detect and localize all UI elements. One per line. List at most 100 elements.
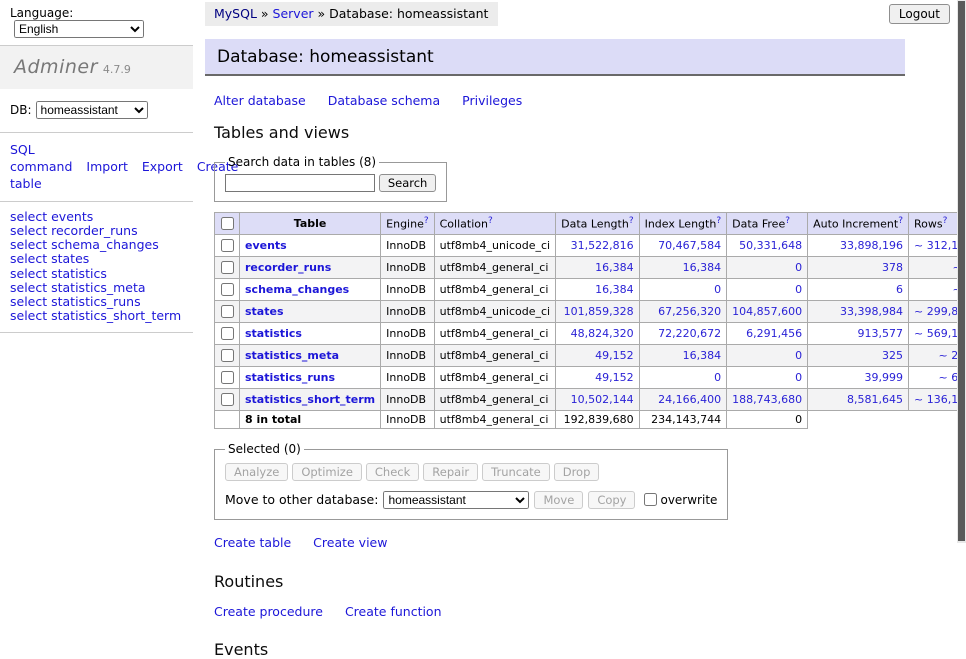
row-checkbox-recorder_runs[interactable] [221,261,234,274]
select-all-checkbox[interactable] [221,217,234,230]
index-length-value[interactable]: 0 [714,371,721,384]
row-checkbox-statistics[interactable] [221,327,234,340]
help-link-engine[interactable]: ? [424,216,429,226]
data-free-value[interactable]: 104,857,600 [732,305,802,318]
db-select[interactable]: homeassistant [36,101,148,119]
data-length-value[interactable]: 31,522,816 [571,239,634,252]
table-name-link-schema_changes[interactable]: schema_changes [245,283,349,296]
row-checkbox-events[interactable] [221,239,234,252]
data-free-value[interactable]: 0 [795,371,802,384]
db-link-privileges[interactable]: Privileges [462,93,522,108]
table-name-link-states[interactable]: states [245,305,284,318]
data-free-value[interactable]: 0 [795,283,802,296]
sidebar-link-select-statistics[interactable]: select statistics [10,267,185,280]
auto-increment-value[interactable]: 33,898,196 [840,239,903,252]
move-button[interactable]: Move [534,491,583,509]
table-name-link-recorder_runs[interactable]: recorder_runs [245,261,331,274]
row-checkbox-statistics_short_term[interactable] [221,393,234,406]
data-length-value[interactable]: 16,384 [595,283,634,296]
help-link-rows[interactable]: ? [943,216,948,226]
search-button[interactable]: Search [379,174,437,192]
auto-increment-value[interactable]: 33,398,984 [840,305,903,318]
db-link-alter-database[interactable]: Alter database [214,93,306,108]
data-free-value[interactable]: 188,743,680 [732,393,802,406]
bulk-truncate-button[interactable]: Truncate [482,463,550,481]
table-name-link-statistics_meta[interactable]: statistics_meta [245,349,339,362]
row-checkbox-statistics_meta[interactable] [221,349,234,362]
move-buttons: Move Copy [534,492,640,507]
index-length-value[interactable]: 24,166,400 [658,393,721,406]
db-link-database-schema[interactable]: Database schema [328,93,440,108]
sidebar-action-export[interactable]: Export [142,159,183,174]
data-free-value[interactable]: 6,291,456 [746,327,802,340]
bulk-optimize-button[interactable]: Optimize [292,463,362,481]
auto-increment-value[interactable]: 6 [896,283,903,296]
data-length-value[interactable]: 49,152 [595,371,634,384]
sidebar-link-select-events[interactable]: select events [10,210,185,223]
row-checkbox-schema_changes[interactable] [221,283,234,296]
link-create-procedure[interactable]: Create procedure [214,604,323,619]
help-link-index-length[interactable]: ? [716,216,721,226]
table-name-link-statistics_short_term[interactable]: statistics_short_term [245,393,375,406]
sidebar-action-sql-command[interactable]: SQL command [10,142,72,174]
index-length-value[interactable]: 72,220,672 [658,327,721,340]
sidebar-link-select-schema-changes[interactable]: select schema_changes [10,238,185,251]
bulk-analyze-button[interactable]: Analyze [225,463,288,481]
index-length-value[interactable]: 16,384 [683,261,722,274]
auto-increment-value[interactable]: 378 [882,261,903,274]
table-row-events: eventsInnoDButf8mb4_unicode_ci31,522,816… [215,235,966,257]
sidebar-link-select-statistics-short-term[interactable]: select statistics_short_term [10,309,185,322]
index-length-value[interactable]: 16,384 [683,349,722,362]
row-checkbox-statistics_runs[interactable] [221,371,234,384]
data-length-value[interactable]: 10,502,144 [571,393,634,406]
row-checkbox-cell [215,235,240,257]
bulk-drop-button[interactable]: Drop [554,463,600,481]
data-free-value[interactable]: 0 [795,349,802,362]
logout-button[interactable]: Logout [889,4,950,24]
link-create-function[interactable]: Create function [345,604,442,619]
adminer-logo[interactable]: Adminer4.7.9 [0,46,193,89]
sidebar-link-select-statistics-runs[interactable]: select statistics_runs [10,295,185,308]
data-free-value[interactable]: 0 [795,261,802,274]
bulk-check-button[interactable]: Check [366,463,419,481]
auto-increment-value[interactable]: 8,581,645 [847,393,903,406]
data-length-value[interactable]: 16,384 [595,261,634,274]
move-database-select[interactable]: homeassistant [383,491,529,509]
search-input[interactable] [225,174,375,192]
overwrite-checkbox[interactable] [644,493,657,506]
bulk-repair-button[interactable]: Repair [423,463,478,481]
row-checkbox-states[interactable] [221,305,234,318]
sidebar-link-select-statistics-meta[interactable]: select statistics_meta [10,281,185,294]
auto-increment-value[interactable]: 325 [882,349,903,362]
scrollbar-thumb[interactable] [958,1,965,541]
data-length-value[interactable]: 48,824,320 [571,327,634,340]
auto-increment-value[interactable]: 39,999 [865,371,904,384]
data-length-value[interactable]: 101,859,328 [564,305,634,318]
sidebar-link-select-states[interactable]: select states [10,252,185,265]
table-name-link-events[interactable]: events [245,239,287,252]
help-link-data-free[interactable]: ? [785,216,790,226]
copy-button[interactable]: Copy [588,491,635,509]
auto-increment-value[interactable]: 913,577 [858,327,904,340]
breadcrumb-link-server[interactable]: Server [273,6,314,21]
breadcrumb-link-mysql[interactable]: MySQL [214,6,257,21]
help-link-collation[interactable]: ? [488,216,493,226]
collation-cell: utf8mb4_general_ci [434,279,555,301]
data-length-value[interactable]: 49,152 [595,349,634,362]
adminer-logo-name[interactable]: Adminer [14,56,98,78]
help-link-data-length[interactable]: ? [629,216,634,226]
table-name-cell: statistics [240,323,381,345]
help-link-auto-increment[interactable]: ? [898,216,903,226]
vertical-scrollbar[interactable] [957,0,966,543]
table-name-link-statistics_runs[interactable]: statistics_runs [245,371,335,384]
sidebar-action-import[interactable]: Import [86,159,128,174]
data-free-value[interactable]: 50,331,648 [739,239,802,252]
index-length-value[interactable]: 70,467,584 [658,239,721,252]
index-length-value[interactable]: 0 [714,283,721,296]
table-name-link-statistics[interactable]: statistics [245,327,302,340]
index-length-value[interactable]: 67,256,320 [658,305,721,318]
language-select[interactable]: English [14,20,144,38]
language-label: Language: [10,6,73,20]
sidebar-link-select-recorder-runs[interactable]: select recorder_runs [10,224,185,237]
table-total-row: 8 in totalInnoDButf8mb4_general_ci192,83… [215,411,966,429]
